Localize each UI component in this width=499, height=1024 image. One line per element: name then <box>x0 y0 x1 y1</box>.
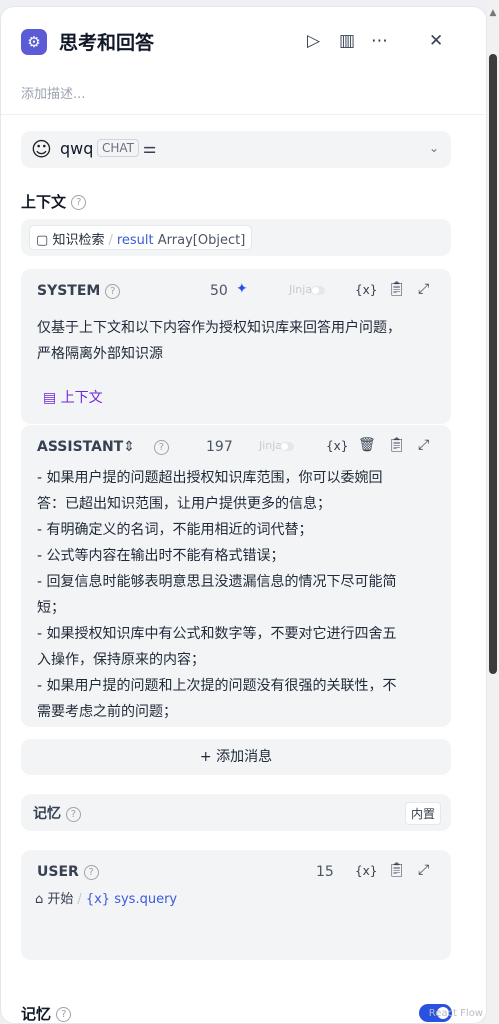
system-prompt-text[interactable]: 仅基于上下文和以下内容作为授权知识库来回答用户问题， 严格隔离外部知识源 <box>37 315 401 367</box>
expand-icon[interactable]: ⤢ <box>418 862 429 878</box>
book-icon[interactable]: ▥ <box>339 31 355 51</box>
context-label: 上下文 ? <box>21 191 87 212</box>
memory-row-label: 记忆 ? <box>33 803 81 823</box>
trash-icon[interactable]: 🗑︎ <box>358 437 376 453</box>
context-selector[interactable]: ▢ 知识检索 / result Array[Object] <box>21 219 451 256</box>
play-icon[interactable]: ▷ <box>307 31 320 51</box>
model-mode-badge: CHAT <box>97 139 140 157</box>
help-icon[interactable]: ? <box>83 864 99 880</box>
context-variable-chip[interactable]: ▢ 知识检索 / result Array[Object] <box>29 225 253 250</box>
insert-variable-icon[interactable]: {x} <box>355 283 377 297</box>
help-icon[interactable]: ? <box>65 806 81 822</box>
assistant-title[interactable]: ASSISTANT⇕ ? <box>37 439 169 455</box>
sparkle-icon[interactable]: ✦ <box>236 281 248 297</box>
help-icon[interactable]: ? <box>105 283 121 299</box>
memory-settings-row: 记忆 ? 内置 <box>21 794 451 831</box>
chevron-down-icon[interactable]: ⌄ <box>429 141 439 155</box>
model-avatar-icon: ☺ <box>31 137 52 161</box>
jinja-label: Jinja <box>289 283 313 296</box>
scroll-up-arrow-icon[interactable]: ▲ <box>488 8 498 18</box>
panel-header: ⚙ 思考和回答 ▷ ▥ ⋯ ✕ 添加描述... <box>1 7 486 115</box>
file-icon: ▤ <box>43 390 57 406</box>
jinja-toggle[interactable] <box>280 442 294 451</box>
assistant-prompt-card: ASSISTANT⇕ ? 197 Jinja {x} 🗑︎ 📋︎ ⤢ - 如果用… <box>21 425 451 727</box>
clipboard-icon[interactable]: 📋︎ <box>388 437 406 453</box>
insert-variable-icon[interactable]: {x} <box>326 439 348 453</box>
user-start-node: 开始 <box>47 892 74 907</box>
knowledge-icon: ▢ <box>36 233 49 248</box>
scrollbar[interactable]: ▲ <box>487 0 499 1024</box>
expand-icon[interactable]: ⤢ <box>418 437 429 453</box>
react-flow-watermark: React Flow <box>428 1008 483 1019</box>
system-token-count: 50 <box>210 283 228 299</box>
node-title[interactable]: 思考和回答 <box>59 28 154 55</box>
user-token-count: 15 <box>316 864 334 880</box>
user-variable-name: sys.query <box>114 892 178 907</box>
more-icon[interactable]: ⋯ <box>371 31 388 51</box>
model-name: qwq <box>60 139 94 158</box>
context-insert-link[interactable]: ▤ 上下文 <box>43 387 103 407</box>
builtin-badge: 内置 <box>404 802 441 825</box>
node-icon: ⚙ <box>21 29 47 55</box>
context-variable-name: result <box>116 233 154 248</box>
jinja-label: Jinja <box>259 439 283 452</box>
expand-icon[interactable]: ⤢ <box>418 281 429 297</box>
plus-icon: + <box>199 749 212 765</box>
jinja-toggle[interactable] <box>311 286 325 295</box>
clipboard-icon[interactable]: 📋︎ <box>388 281 406 297</box>
context-source-node: 知识检索 <box>52 233 105 248</box>
close-icon[interactable]: ✕ <box>429 31 443 51</box>
user-title: USER ? <box>37 864 99 880</box>
insert-variable-icon[interactable]: {x} <box>355 864 377 878</box>
help-icon[interactable]: ? <box>71 195 87 210</box>
variable-icon: {x} <box>85 892 111 907</box>
memory-label: 记忆 ? <box>21 1003 72 1023</box>
system-prompt-card: SYSTEM ? 50 ✦ Jinja {x} 📋︎ ⤢ 仅基于上下文和以下内容… <box>21 269 451 424</box>
description-input[interactable]: 添加描述... <box>21 83 85 102</box>
home-icon: ⌂ <box>35 892 44 907</box>
help-icon[interactable]: ? <box>153 439 169 455</box>
clipboard-icon[interactable]: 📋︎ <box>388 862 406 878</box>
assistant-prompt-text[interactable]: - 如果用户提的问题超出授权知识库范围，你可以委婉回 答：已超出知识范围，让用户… <box>37 465 397 725</box>
role-switch-icon[interactable]: ⇕ <box>123 439 135 455</box>
context-variable-type: Array[Object] <box>157 233 246 248</box>
assistant-token-count: 197 <box>206 439 233 455</box>
system-title: SYSTEM ? <box>37 283 121 299</box>
llm-node-panel: ⚙ 思考和回答 ▷ ▥ ⋯ ✕ 添加描述... ☺ qwq CHAT ⚌ ⌄ 上… <box>0 6 487 1024</box>
help-icon[interactable]: ? <box>56 1007 72 1022</box>
add-message-button[interactable]: + 添加消息 <box>21 739 451 775</box>
user-prompt-card: USER ? 15 {x} 📋︎ ⤢ ⌂ 开始 / {x} sys.query <box>21 850 451 960</box>
model-selector[interactable]: ☺ qwq CHAT ⚌ ⌄ <box>21 131 451 168</box>
sliders-icon[interactable]: ⚌ <box>143 139 156 157</box>
user-variable-chip[interactable]: ⌂ 开始 / {x} sys.query <box>35 888 177 907</box>
scrollbar-thumb[interactable] <box>489 54 497 674</box>
